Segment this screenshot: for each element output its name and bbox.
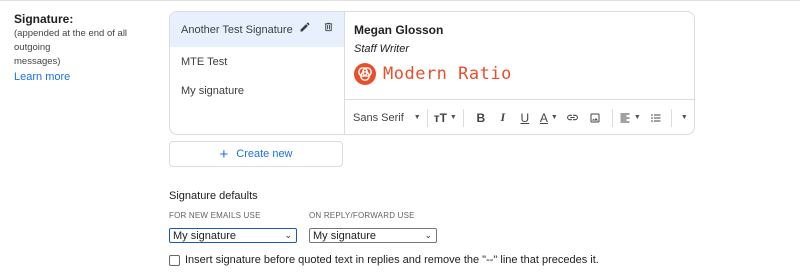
new-emails-signature-select[interactable]: My signature ⌄ <box>169 228 297 243</box>
formatting-toolbar: Sans Serif ▼ ᴛT ▼ B I U A ▼ ▼ ▼ <box>345 99 694 134</box>
text-color-button[interactable]: A ▼ <box>536 107 562 129</box>
signature-item-mte-test[interactable]: MTE Test <box>170 47 344 76</box>
insert-image-button[interactable] <box>584 107 606 129</box>
text-size-icon: ᴛT <box>433 110 447 125</box>
signature-section-title: Signature: <box>14 12 74 26</box>
image-icon <box>590 113 600 122</box>
signature-defaults-title: Signature defaults <box>169 190 258 202</box>
toolbar-divider <box>611 108 613 127</box>
insert-before-quoted-checkbox[interactable] <box>169 254 180 266</box>
signature-panel: Another Test Signature MTE Test My signa… <box>169 11 695 135</box>
chevron-down-icon: ▼ <box>413 114 421 121</box>
chevron-down-icon: ▼ <box>633 114 641 121</box>
toolbar-divider <box>670 108 672 127</box>
signature-editor[interactable]: Megan Glosson Staff Writer Modern Ratio … <box>345 12 694 134</box>
signature-item-another-test[interactable]: Another Test Signature <box>170 12 344 47</box>
signature-item-label: Another Test Signature <box>181 23 293 36</box>
more-icon: ▼ <box>680 114 688 121</box>
signature-section-subtitle: (appended at the end of all outgoing mes… <box>14 27 164 69</box>
bold-icon: B <box>476 110 486 125</box>
delete-trash-icon[interactable] <box>323 21 334 33</box>
insert-before-quoted-label: Insert signature before quoted text in r… <box>185 254 599 266</box>
create-new-button[interactable]: + Create new <box>169 141 343 167</box>
align-button[interactable]: ▼ <box>619 107 641 129</box>
font-family-select[interactable]: Sans Serif ▼ <box>353 107 421 129</box>
chevron-down-icon: ▼ <box>449 114 457 121</box>
subtitle-line-2: messages) <box>14 56 61 67</box>
signature-name-text: Megan Glosson <box>354 23 444 37</box>
chevron-down-icon: ⌄ <box>284 230 292 240</box>
reply-forward-select-value: My signature <box>313 229 376 242</box>
signature-list: Another Test Signature MTE Test My signa… <box>170 12 345 134</box>
subtitle-line-1: (appended at the end of all outgoing <box>14 28 128 53</box>
edit-pencil-icon[interactable] <box>299 21 311 33</box>
more-formatting-button[interactable]: ▼ <box>676 107 690 129</box>
bulleted-list-button[interactable] <box>645 107 667 129</box>
reply-forward-signature-select[interactable]: My signature ⌄ <box>309 228 437 243</box>
font-family-label: Sans Serif <box>353 111 404 124</box>
plus-icon: + <box>219 145 229 163</box>
modern-ratio-logo: Modern Ratio <box>354 63 512 85</box>
underline-icon: U <box>520 110 530 125</box>
text-color-icon: A <box>539 110 548 125</box>
bulleted-list-icon <box>650 113 661 122</box>
modern-ratio-logo-text: Modern Ratio <box>383 64 512 84</box>
signature-item-label: My signature <box>181 84 244 97</box>
new-emails-label: FOR NEW EMAILS USE <box>169 211 261 220</box>
align-icon <box>620 113 630 122</box>
underline-button[interactable]: U <box>514 107 536 129</box>
chevron-down-icon: ⌄ <box>424 230 432 240</box>
signature-item-my-signature[interactable]: My signature <box>170 76 344 105</box>
learn-more-link[interactable]: Learn more <box>14 71 164 83</box>
toolbar-divider <box>426 108 428 127</box>
link-icon <box>567 114 579 121</box>
signature-label-column: Signature: (appended at the end of all o… <box>14 12 164 83</box>
top-divider <box>0 0 800 1</box>
italic-icon: I <box>500 110 506 124</box>
reply-forward-label: ON REPLY/FORWARD USE <box>309 211 415 220</box>
chevron-down-icon: ▼ <box>550 114 558 121</box>
create-new-label: Create new <box>236 148 293 160</box>
toolbar-divider <box>462 108 464 127</box>
bold-button[interactable]: B <box>470 107 492 129</box>
modern-ratio-logo-icon <box>354 63 376 85</box>
insert-before-quoted-row: Insert signature before quoted text in r… <box>169 254 599 266</box>
new-emails-select-value: My signature <box>173 229 236 242</box>
signature-item-label: MTE Test <box>181 55 228 68</box>
signature-role-text: Staff Writer <box>354 43 410 55</box>
italic-button[interactable]: I <box>492 107 514 129</box>
text-size-button[interactable]: ᴛT ▼ <box>434 107 457 129</box>
link-button[interactable] <box>562 107 584 129</box>
